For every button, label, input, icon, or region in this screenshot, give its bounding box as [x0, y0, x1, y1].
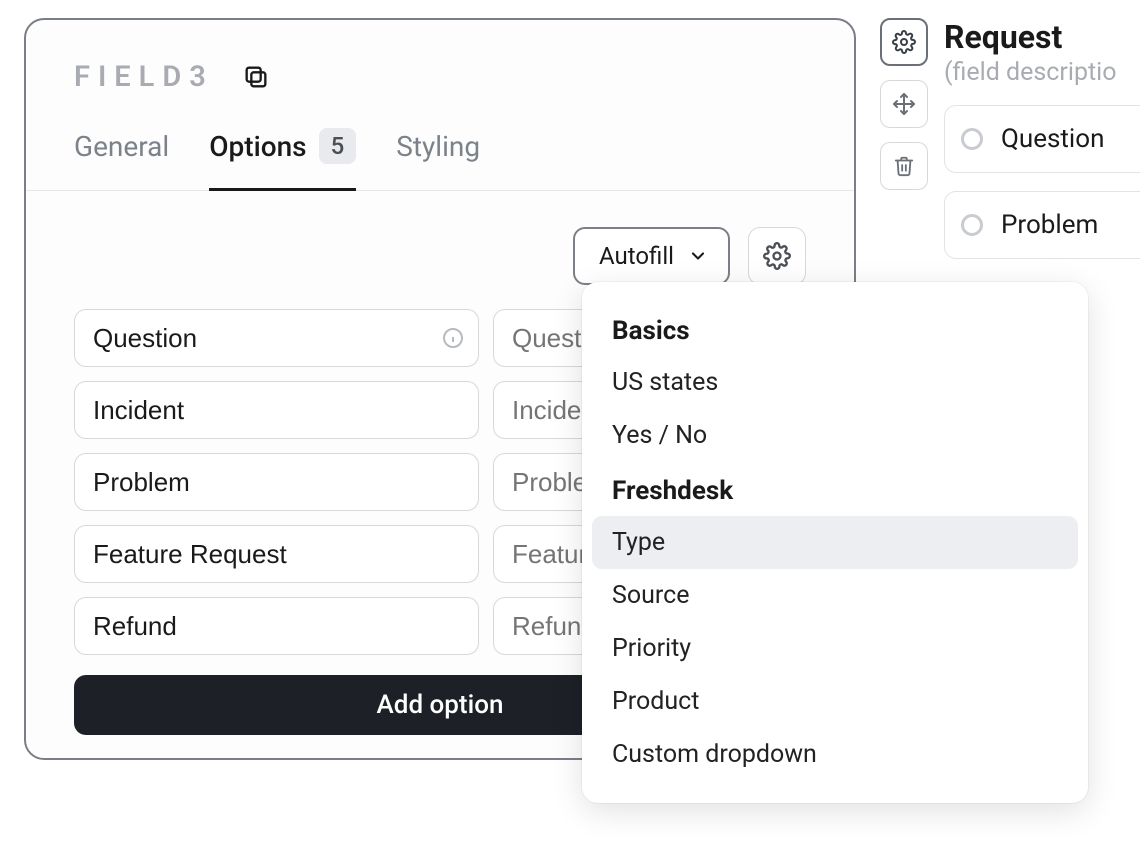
trash-icon: [893, 155, 915, 177]
dropdown-item-yes-no[interactable]: Yes / No: [592, 409, 1078, 462]
option-value-input[interactable]: [74, 525, 479, 583]
settings-button[interactable]: [880, 18, 928, 66]
tab-label: General: [74, 130, 169, 163]
option-value-input[interactable]: [74, 453, 479, 511]
dropdown-item-us-states[interactable]: US states: [592, 356, 1078, 409]
radio-icon: [961, 128, 983, 150]
tabs: General Options 5 Styling: [26, 94, 854, 191]
tab-styling[interactable]: Styling: [396, 130, 480, 190]
autofill-dropdown: Basics US states Yes / No Freshdesk Type…: [582, 282, 1088, 803]
delete-button[interactable]: [880, 142, 928, 190]
autofill-button[interactable]: Autofill: [573, 227, 730, 285]
dropdown-group-heading: Freshdesk: [592, 462, 1078, 516]
copy-button[interactable]: [242, 63, 270, 91]
dropdown-item-source[interactable]: Source: [592, 569, 1078, 622]
autofill-label: Autofill: [599, 242, 674, 270]
options-settings-button[interactable]: [748, 227, 806, 285]
tab-options-count: 5: [319, 128, 357, 164]
options-toolbar: Autofill: [26, 191, 854, 285]
dropdown-item-custom-dropdown[interactable]: Custom dropdown: [592, 728, 1078, 781]
preview-title: Request: [944, 18, 1140, 56]
radio-label: Problem: [1001, 210, 1098, 240]
dropdown-item-product[interactable]: Product: [592, 675, 1078, 728]
radio-label: Question: [1001, 124, 1104, 154]
right-action-column: [880, 18, 928, 190]
dropdown-group-heading: Basics: [592, 302, 1078, 356]
option-value-input-wrap: [74, 309, 479, 367]
tab-general[interactable]: General: [74, 130, 169, 190]
tab-options[interactable]: Options 5: [209, 128, 356, 191]
radio-icon: [961, 214, 983, 236]
add-option-label: Add option: [377, 690, 504, 720]
card-header: FIELD3: [26, 20, 854, 94]
preview-subtitle: (field descriptio: [944, 58, 1140, 87]
gear-icon: [892, 30, 916, 54]
dropdown-item-priority[interactable]: Priority: [592, 622, 1078, 675]
move-button[interactable]: [880, 80, 928, 128]
radio-option[interactable]: Question: [944, 105, 1140, 173]
field-name-label: FIELD3: [74, 60, 214, 94]
option-value-input[interactable]: [74, 597, 479, 655]
chevron-down-icon: [688, 246, 708, 266]
move-icon: [892, 92, 916, 116]
info-icon[interactable]: [441, 326, 465, 350]
gear-icon: [763, 242, 791, 270]
option-value-input[interactable]: [74, 381, 479, 439]
tab-label: Styling: [396, 130, 480, 163]
tab-label: Options: [209, 130, 306, 163]
option-value-input[interactable]: [74, 309, 479, 367]
dropdown-item-type[interactable]: Type: [592, 516, 1078, 569]
copy-icon: [242, 63, 270, 91]
radio-option[interactable]: Problem: [944, 191, 1140, 259]
